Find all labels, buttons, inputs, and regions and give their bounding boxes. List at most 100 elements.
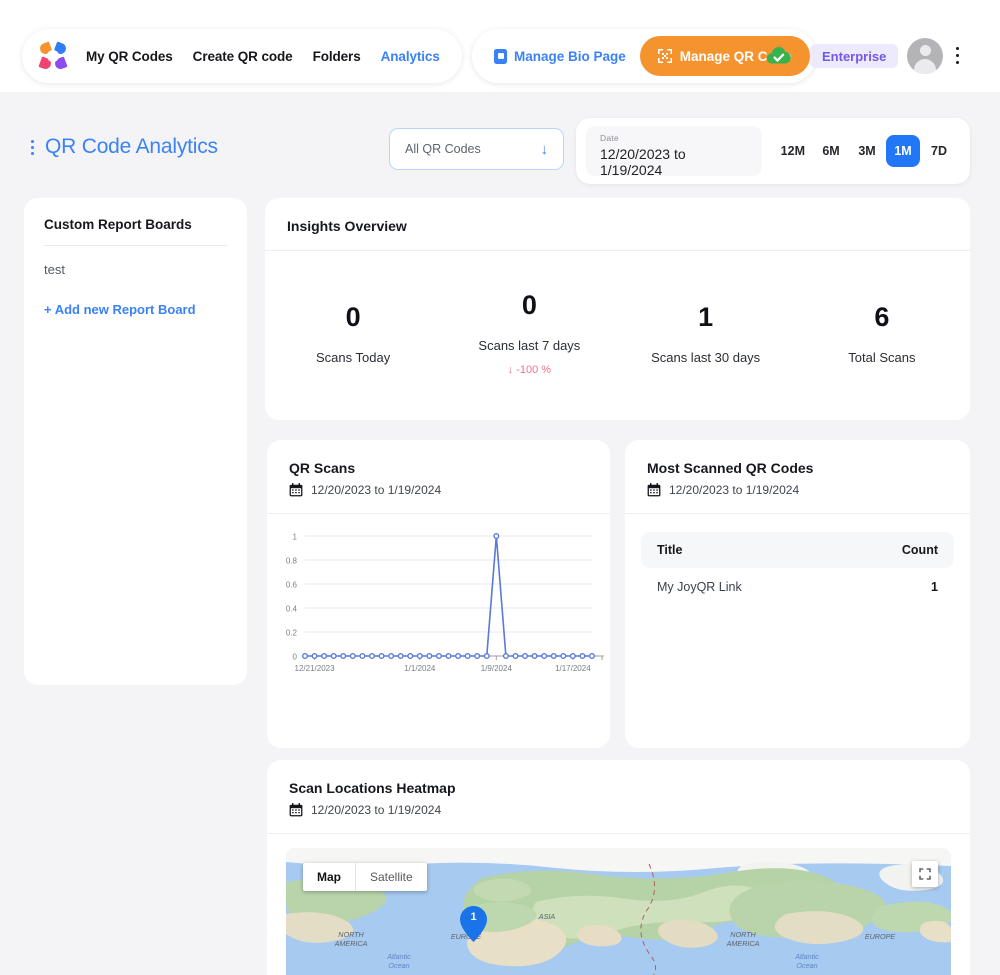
stat-scans-last-30-days: 1 Scans last 30 days — [618, 251, 794, 411]
map-marker-europe[interactable]: 1 — [460, 906, 487, 942]
sidebar-item-test[interactable]: test — [24, 246, 247, 277]
plan-badge[interactable]: Enterprise — [810, 44, 899, 68]
most-scanned-header: Most Scanned QR Codes 12/20/2023 to 1/19… — [625, 440, 970, 514]
stat-scans-last-7-days: 0 Scans last 7 days ↓ -100 % — [441, 251, 617, 411]
qr-scans-title: QR Scans — [289, 460, 356, 476]
map-type-satellite[interactable]: Satellite — [355, 863, 427, 891]
chart-data-point[interactable] — [464, 652, 471, 659]
insights-title: Insights Overview — [287, 218, 407, 234]
nav-item-analytics[interactable]: Analytics — [381, 49, 440, 64]
chart-data-point[interactable] — [311, 652, 318, 659]
chart-data-point[interactable] — [474, 652, 481, 659]
range-button-3m[interactable]: 3M — [850, 135, 884, 167]
chart-data-point[interactable] — [435, 652, 442, 659]
date-range-value: 12/20/2023 to 1/19/2024 — [600, 146, 686, 178]
chart-data-point[interactable] — [569, 652, 576, 659]
range-button-group: 12M 6M 3M 1M 7D — [774, 135, 956, 167]
nav-item-create-qr-code[interactable]: Create QR code — [193, 49, 293, 64]
chart-data-point[interactable] — [531, 652, 538, 659]
drag-handle-icon[interactable] — [31, 138, 35, 156]
insights-header: Insights Overview — [265, 198, 970, 251]
column-header-count: Count — [901, 543, 938, 557]
qr-scans-subtitle: 12/20/2023 to 1/19/2024 — [289, 483, 588, 497]
chart-data-point[interactable] — [407, 652, 414, 659]
heatmap-header: Scan Locations Heatmap 12/20/2023 to 1/1… — [267, 760, 970, 834]
map-canvas[interactable]: NORTH AMERICA Atlantic Ocean EUROPE ASIA N… — [286, 848, 951, 975]
date-range-toolbar: Date 12/20/2023 to 1/19/2024 12M 6M 3M 1… — [576, 118, 970, 184]
y-axis-tick: 0.4 — [286, 605, 298, 614]
chart-data-point[interactable] — [483, 652, 490, 659]
stat-caption: Scans Today — [316, 349, 391, 365]
add-report-board-button[interactable]: + Add new Report Board — [24, 277, 247, 317]
chart-data-point[interactable] — [368, 652, 375, 659]
chart-series-line — [305, 535, 592, 657]
table-row[interactable]: My JoyQR Link 1 — [641, 568, 954, 606]
fullscreen-icon[interactable] — [912, 861, 938, 887]
nav-item-folders[interactable]: Folders — [313, 49, 361, 64]
chart-data-point[interactable] — [445, 652, 452, 659]
stat-caption: Total Scans — [848, 349, 916, 365]
chart-data-point[interactable] — [302, 652, 309, 659]
top-navigation-bar: My QR Codes Create QR code Folders Analy… — [0, 0, 1000, 92]
chart-data-point[interactable] — [388, 652, 395, 659]
stat-total-scans: 6 Total Scans — [794, 251, 970, 411]
chart-data-point[interactable] — [330, 652, 337, 659]
sidebar-title: Custom Report Boards — [44, 217, 192, 232]
cloud-check-icon — [766, 47, 791, 64]
stat-value: 0 — [521, 290, 537, 320]
header-actions-pill: Manage Bio Page Manage QR Code — [472, 29, 816, 83]
chart-data-point[interactable] — [589, 652, 596, 659]
stat-value: 1 — [698, 301, 714, 332]
manage-bio-page-button[interactable]: Manage Bio Page — [486, 48, 634, 64]
chart-data-point[interactable] — [426, 652, 433, 659]
range-button-12m[interactable]: 12M — [774, 135, 812, 167]
chart-data-point[interactable] — [550, 652, 557, 659]
x-axis-tick: 12/21/2023 — [295, 664, 336, 673]
most-scanned-subtitle: 12/20/2023 to 1/19/2024 — [647, 483, 948, 497]
chart-data-point[interactable] — [560, 652, 567, 659]
chart-data-point[interactable] — [522, 652, 529, 659]
range-button-7d[interactable]: 7D — [922, 135, 956, 167]
nav-item-my-qr-codes[interactable]: My QR Codes — [86, 49, 173, 64]
most-scanned-table: Title Count My JoyQR Link 1 — [625, 514, 970, 606]
cell-count: 1 — [931, 580, 938, 594]
date-range-input[interactable]: Date 12/20/2023 to 1/19/2024 — [586, 126, 762, 178]
column-header-title: Title — [657, 543, 683, 557]
custom-report-boards-panel: Custom Report Boards test + Add new Repo… — [24, 198, 247, 685]
chart-data-point[interactable] — [340, 652, 347, 659]
most-scanned-qr-codes-card: Most Scanned QR Codes 12/20/2023 to 1/19… — [625, 440, 970, 748]
range-button-1m[interactable]: 1M — [886, 135, 920, 167]
chart-data-point[interactable] — [455, 652, 462, 659]
y-axis-tick: 0.2 — [286, 629, 298, 638]
qr-code-filter-select[interactable]: All QR Codes ↓ — [389, 128, 564, 170]
arrow-down-icon: ↓ — [540, 140, 549, 158]
chart-data-point[interactable] — [397, 652, 404, 659]
chart-data-point[interactable] — [493, 532, 500, 539]
range-button-6m[interactable]: 6M — [814, 135, 848, 167]
chart-data-point[interactable] — [349, 652, 356, 659]
map-marker-count: 1 — [470, 911, 477, 923]
chart-data-point[interactable] — [378, 652, 385, 659]
calendar-icon — [647, 483, 661, 497]
joyqr-logo-icon[interactable] — [38, 41, 68, 71]
x-axis-tick: 1/17/2024 — [555, 664, 591, 673]
chart-data-point[interactable] — [579, 652, 586, 659]
chart-data-point[interactable] — [359, 652, 366, 659]
x-axis-tick: 1/9/2024 — [481, 664, 513, 673]
y-axis-tick: 0.8 — [286, 557, 298, 566]
user-avatar-icon[interactable] — [907, 38, 943, 74]
most-scanned-title: Most Scanned QR Codes — [647, 460, 814, 476]
chart-data-point[interactable] — [541, 652, 548, 659]
kebab-menu-icon[interactable] — [952, 45, 964, 67]
heatmap-title: Scan Locations Heatmap — [289, 780, 456, 796]
chart-data-point[interactable] — [502, 652, 509, 659]
map-type-map[interactable]: Map — [303, 863, 355, 891]
qr-scans-chart[interactable]: 0 0.2 0.4 0.6 0.8 1 12/21/2023 1/1/2024 1/9/2024… — [267, 514, 610, 704]
qr-scans-date-range: 12/20/2023 to 1/19/2024 — [311, 483, 442, 497]
y-axis-tick: 0 — [293, 653, 298, 662]
chart-data-point[interactable] — [416, 652, 423, 659]
qr-code-icon — [657, 49, 672, 63]
chart-data-point[interactable] — [321, 652, 328, 659]
chart-data-point[interactable] — [512, 652, 519, 659]
stat-caption: Scans last 7 days — [478, 338, 581, 353]
